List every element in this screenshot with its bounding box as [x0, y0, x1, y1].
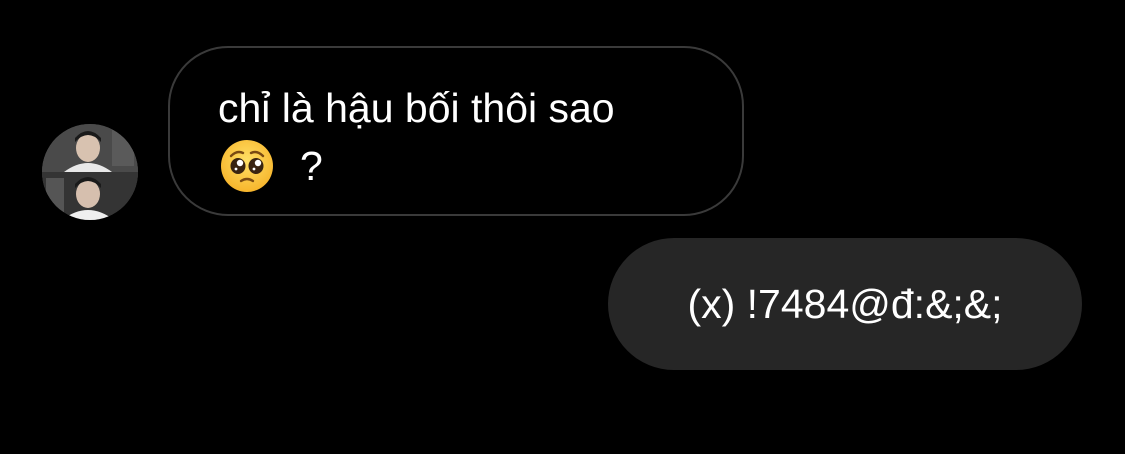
incoming-message-suffix: ? — [300, 142, 323, 189]
pleading-face-icon — [220, 139, 274, 193]
incoming-message-bubble[interactable]: chỉ là hậu bối thôi sao ? — [168, 46, 744, 216]
incoming-message-line2: ? — [220, 140, 323, 192]
avatar-photo-icon — [42, 124, 138, 220]
outgoing-message-text: (x) !7484@đ:&;&; — [687, 280, 1003, 327]
incoming-message-text: chỉ là hậu bối thôi sao — [218, 85, 615, 131]
outgoing-message-bubble[interactable]: (x) !7484@đ:&;&; — [608, 238, 1082, 370]
avatar[interactable] — [42, 124, 138, 220]
